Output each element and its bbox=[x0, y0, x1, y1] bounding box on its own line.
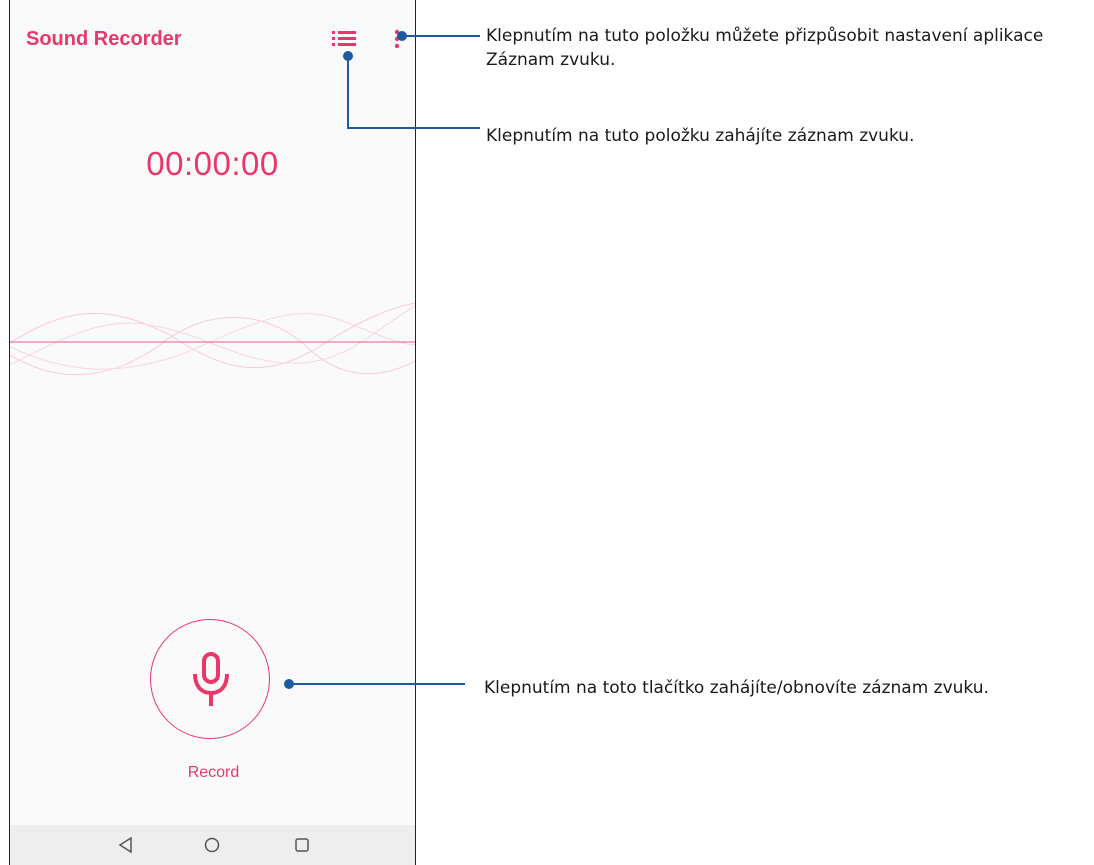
record-label: Record bbox=[187, 764, 240, 781]
waveform-graphic bbox=[10, 302, 415, 376]
nav-back-icon bbox=[118, 836, 132, 854]
annotation-line-settings bbox=[405, 35, 480, 37]
annotation-line-list-horizontal bbox=[347, 127, 480, 129]
nav-recents-button[interactable] bbox=[292, 835, 312, 855]
annotation-settings-line1: Klepnutím na tuto položku můžete přizpůs… bbox=[486, 26, 1044, 46]
annotation-line-list-vertical bbox=[347, 60, 349, 129]
annotation-line-record bbox=[292, 683, 465, 685]
annotation-settings: Klepnutím na tuto položku můžete přizpůs… bbox=[486, 24, 1043, 72]
annotation-record: Klepnutím na toto tlačítko zahájíte/obno… bbox=[484, 678, 989, 698]
nav-back-button[interactable] bbox=[116, 835, 136, 855]
recording-timer: 00:00:00 bbox=[146, 145, 279, 182]
nav-recents-icon bbox=[295, 838, 309, 852]
annotation-settings-line2: Záznam zvuku. bbox=[486, 50, 616, 70]
annotation-list: Klepnutím na tuto položku zahájíte zázna… bbox=[486, 126, 915, 146]
nav-home-button[interactable] bbox=[202, 835, 222, 855]
nav-home-icon bbox=[204, 837, 220, 853]
recordings-list-button[interactable] bbox=[332, 28, 358, 50]
app-title: Sound Recorder bbox=[26, 28, 182, 50]
record-button[interactable] bbox=[150, 619, 270, 739]
list-icon bbox=[332, 31, 356, 46]
phone-screen: Sound Recorder 00:00:00 Record bbox=[9, 0, 416, 865]
microphone-icon bbox=[193, 652, 229, 706]
system-nav-bar bbox=[10, 825, 415, 865]
